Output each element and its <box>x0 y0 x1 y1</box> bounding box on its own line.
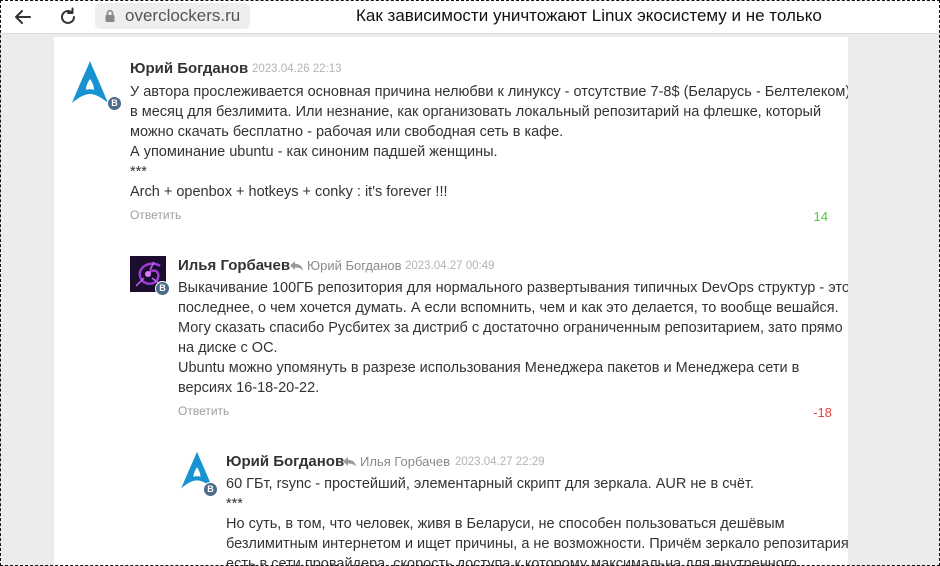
comment-line: Arch + openbox + hotkeys + conky : it's … <box>130 184 448 200</box>
comment-line: Но суть, в том, что человек, живя в Бела… <box>226 516 785 532</box>
comment-line: Ubuntu можно упомянуть в разрезе использ… <box>178 360 800 376</box>
browser-toolbar: overclockers.ru Как зависимости уничтожа… <box>0 0 940 34</box>
comment-line: *** <box>130 164 147 180</box>
comment-line: версиях 16-18-20-22. <box>178 380 320 396</box>
comment-line: У автора прослеживается основная причина… <box>130 84 848 100</box>
reply-button[interactable]: Ответить <box>178 404 229 418</box>
comment-line: безлимитным интернетом и ищет причины, а… <box>226 536 848 552</box>
verified-badge: B <box>155 281 170 296</box>
comment-author[interactable]: Юрий Богданов <box>130 60 248 77</box>
comment-line: в месяц для безлимита. Или незнание, как… <box>130 104 822 120</box>
reply-to[interactable]: Илья Горбачев <box>342 454 450 469</box>
comment: B Юрий Богданов Илья Горбачев 2023.04.27… <box>54 442 848 566</box>
lock-icon <box>105 9 115 22</box>
comment-line: на диске с ОС. <box>178 340 278 356</box>
comment-line: Выкачивание 100ГБ репозитория для нормал… <box>178 280 848 296</box>
comment-author[interactable]: Илья Горбачев <box>178 257 290 274</box>
arch-linux-logo-icon <box>72 61 108 103</box>
comments-section: B Юрий Богданов 2023.04.26 22:13 У автор… <box>54 37 848 566</box>
comment: B Илья Горбачев Юрий Богданов 2023.04.27… <box>54 237 848 442</box>
comment-line: последнее, о чем хочется думать. А если … <box>178 300 839 316</box>
page-title: Как зависимости уничтожают Linux экосист… <box>356 6 822 25</box>
comment-rating: -18 <box>813 405 832 420</box>
reply-arrow-icon <box>343 456 356 467</box>
verified-badge: B <box>107 96 122 111</box>
reply-button[interactable]: Ответить <box>130 208 181 222</box>
comment-line: 60 ГБт, rsync - простейший, элементарный… <box>226 476 754 492</box>
comment-line: есть в сети провайдера, скорость доступа… <box>226 556 797 566</box>
reply-arrow-icon <box>290 260 303 271</box>
comment-rating: 14 <box>813 209 828 224</box>
avatar[interactable] <box>70 59 110 105</box>
arrow-left-icon <box>15 10 31 24</box>
reload-button[interactable] <box>57 6 79 28</box>
comment-author[interactable]: Юрий Богданов <box>226 453 344 470</box>
url-text: overclockers.ru <box>125 6 241 25</box>
back-button[interactable] <box>12 6 34 28</box>
comment-body: Выкачивание 100ГБ репозитория для нормал… <box>178 278 848 398</box>
comment-date: 2023.04.27 00:49 <box>405 260 495 272</box>
address-bar[interactable]: overclockers.ru <box>95 3 251 29</box>
comment: B Юрий Богданов 2023.04.26 22:13 У автор… <box>54 37 848 237</box>
comment-line: А упоминание ubuntu - как синоним падшей… <box>130 144 498 160</box>
reload-icon <box>61 7 75 24</box>
comment-date: 2023.04.26 22:13 <box>252 63 342 75</box>
comment-line: можно скачать бесплатно - рабочая или св… <box>130 124 564 140</box>
reply-to[interactable]: Юрий Богданов <box>289 258 402 273</box>
comment-date: 2023.04.27 22:29 <box>455 456 545 468</box>
comment-body: 60 ГБт, rsync - простейший, элементарный… <box>226 474 848 566</box>
reply-to-name: Илья Горбачев <box>360 454 450 469</box>
verified-badge: B <box>203 482 218 497</box>
reply-to-name: Юрий Богданов <box>307 258 402 273</box>
comment-line: Могу сказать спасибо Русбитех за дистриб… <box>178 320 843 336</box>
comment-body: У автора прослеживается основная причина… <box>130 82 848 202</box>
comment-line: *** <box>226 496 243 512</box>
